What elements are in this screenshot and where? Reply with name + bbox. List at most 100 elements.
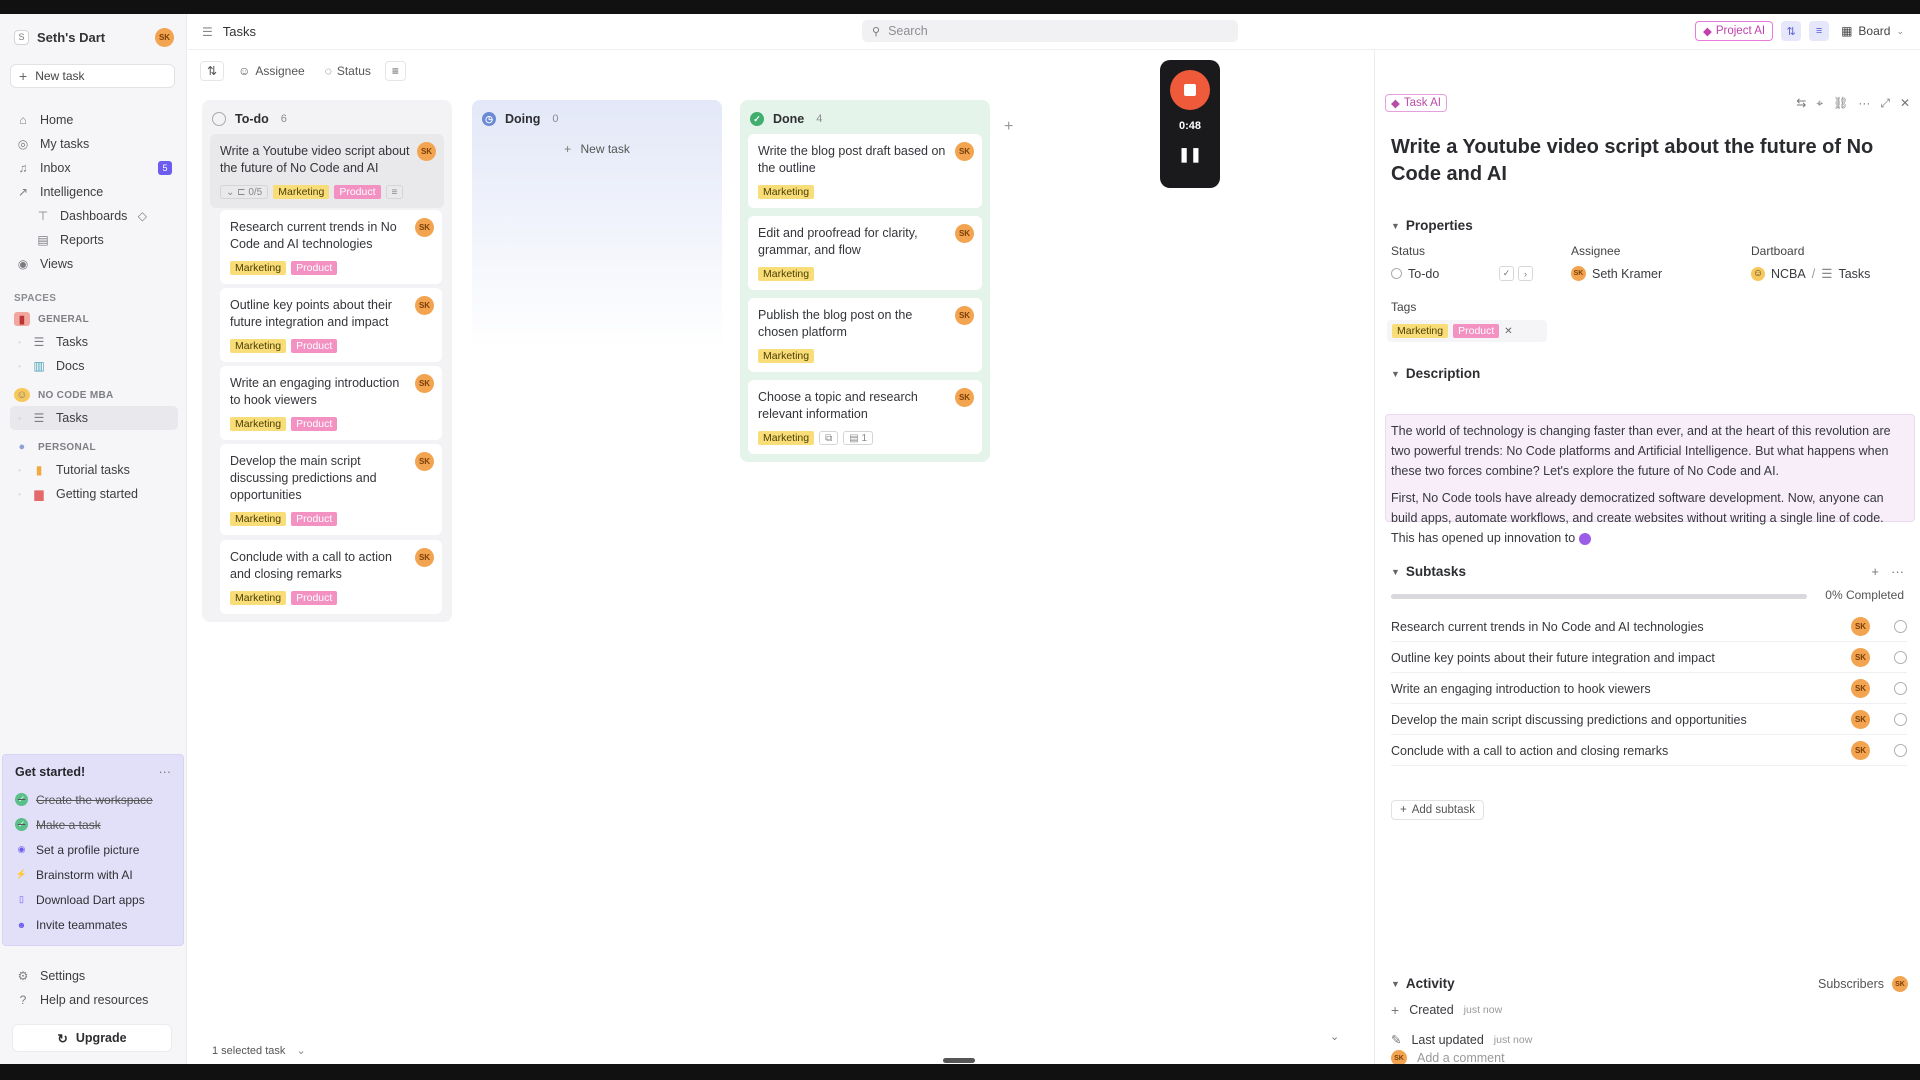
task-card[interactable]: Choose a topic and research relevant inf… <box>748 380 982 454</box>
link-icon[interactable]: ⛓ <box>1833 96 1848 111</box>
get-started-item-make-task[interactable]: ✓ Make a task <box>15 812 171 837</box>
relationship-icon[interactable]: ⇆ <box>1796 96 1806 111</box>
get-started-item-create-workspace[interactable]: ✓ Create the workspace <box>15 787 171 812</box>
subtask-row[interactable]: Develop the main script discussing predi… <box>1391 705 1907 735</box>
get-started-item-invite[interactable]: ☻ Invite teammates <box>15 912 171 937</box>
sidebar-item-getting-started[interactable]: ◦ ▆ Getting started <box>10 482 178 506</box>
description-section-toggle[interactable]: ▼ Description <box>1391 366 1480 381</box>
sidebar-item-inbox[interactable]: ♫ Inbox 5 <box>10 156 178 180</box>
subtask-status-icon[interactable] <box>1894 682 1907 695</box>
sidebar-item-my-tasks[interactable]: ◎ My tasks <box>10 132 178 156</box>
assignee-filter[interactable]: ☺ Assignee <box>232 61 311 81</box>
subtasks-section-toggle[interactable]: ▼ Subtasks <box>1391 564 1466 579</box>
collapse-chevron-icon[interactable]: ⌄ <box>1330 1030 1339 1043</box>
close-icon[interactable]: ✕ <box>1504 326 1512 337</box>
description-editor[interactable]: The world of technology is changing fast… <box>1385 414 1915 545</box>
sidebar-item-intelligence[interactable]: ↗ Intelligence <box>10 180 178 204</box>
sidebar-item-settings[interactable]: ⚙ Settings <box>10 964 178 988</box>
check-icon[interactable]: ✓ <box>1499 266 1514 281</box>
view-switcher[interactable]: ▦ Board ⌄ <box>1837 21 1908 41</box>
tags-selector[interactable]: Marketing Product ✕ <box>1387 320 1547 342</box>
subtask-row[interactable]: Research current trends in No Code and A… <box>1391 612 1907 642</box>
plus-icon: + <box>1004 118 1014 135</box>
task-card[interactable]: Publish the blog post on the chosen plat… <box>748 298 982 372</box>
task-card[interactable]: Develop the main script discussing predi… <box>220 444 442 535</box>
sidebar-item-home[interactable]: ⌂ Home <box>10 108 178 132</box>
search-input[interactable]: ⚲ Search <box>862 20 1238 42</box>
subtask-row[interactable]: Write an engaging introduction to hook v… <box>1391 674 1907 704</box>
add-subtask-button[interactable]: + Add subtask <box>1391 800 1485 820</box>
status-filter[interactable]: ◌ Status <box>318 61 377 81</box>
more-icon[interactable]: ··· <box>1891 564 1904 579</box>
get-started-item-brainstorm[interactable]: ⚡ Brainstorm with AI <box>15 862 171 887</box>
workspace-switcher[interactable]: S Seth's Dart SK <box>14 26 174 48</box>
properties-section-toggle[interactable]: ▼ Properties <box>1391 218 1473 233</box>
task-card[interactable]: Write an engaging introduction to hook v… <box>220 366 442 440</box>
project-ai-button[interactable]: ◆ Project AI <box>1695 21 1774 41</box>
space-name: NO CODE MBA <box>38 389 114 401</box>
more-icon[interactable]: ··· <box>1858 96 1870 111</box>
sidebar-item-label: Tasks <box>56 411 88 425</box>
horizontal-scroll-handle[interactable] <box>943 1058 975 1063</box>
screen-top-edge <box>0 0 1920 14</box>
subscribers[interactable]: Subscribers SK <box>1818 976 1908 992</box>
plus-icon[interactable]: + <box>1871 564 1879 579</box>
expand-icon[interactable]: ⤢ <box>1880 96 1890 111</box>
subtask-progress-bar <box>1391 594 1807 599</box>
subscribers-label: Subscribers <box>1818 977 1884 991</box>
sidebar-item-help[interactable]: ? Help and resources <box>10 988 178 1012</box>
status-selector[interactable]: To-do ✓ › <box>1391 266 1533 281</box>
sidebar-item-general-tasks[interactable]: ◦ ☰ Tasks <box>10 330 178 354</box>
task-card[interactable]: Write a Youtube video script about the f… <box>210 134 444 208</box>
subtask-row[interactable]: Outline key points about their future in… <box>1391 643 1907 673</box>
subtask-status-icon[interactable] <box>1894 651 1907 664</box>
sidebar-item-views[interactable]: ◉ Views <box>10 252 178 276</box>
subtask-status-icon[interactable] <box>1894 620 1907 633</box>
sidebar-item-general-docs[interactable]: ◦ ▥ Docs <box>10 354 178 378</box>
task-card[interactable]: Write the blog post draft based on the o… <box>748 134 982 208</box>
task-card[interactable]: Research current trends in No Code and A… <box>220 210 442 284</box>
tag-marketing: Marketing <box>230 417 287 431</box>
board-toolbar: ⇅ ☺ Assignee ◌ Status ≡ <box>200 60 406 82</box>
doing-new-task-button[interactable]: + New task <box>472 142 722 156</box>
subtask-status-icon[interactable] <box>1894 744 1907 757</box>
activity-section-toggle[interactable]: ▼ Activity <box>1391 976 1455 991</box>
get-started-item-download[interactable]: ▯ Download Dart apps <box>15 887 171 912</box>
get-started-item-profile-picture[interactable]: ◉ Set a profile picture <box>15 837 171 862</box>
close-icon[interactable]: ✕ <box>1900 96 1910 111</box>
user-avatar[interactable]: SK <box>155 27 174 47</box>
attachment-icon[interactable]: ⌖ <box>1816 96 1823 111</box>
sidebar-item-reports[interactable]: ▤ Reports <box>10 228 178 252</box>
check-circle-icon: ✓ <box>15 818 28 831</box>
pause-recording-button[interactable]: ❚❚ <box>1160 146 1220 163</box>
filter-button[interactable]: ≡ <box>1809 21 1830 41</box>
list-icon: ☰ <box>1821 267 1833 281</box>
sort-button[interactable]: ⇅ <box>1781 21 1802 41</box>
card-title: Choose a topic and research relevant inf… <box>758 390 918 421</box>
subtask-row[interactable]: Conclude with a call to action and closi… <box>1391 736 1907 766</box>
add-column-button[interactable]: + <box>1004 118 1013 136</box>
task-card[interactable]: Edit and proofread for clarity, grammar,… <box>748 216 982 290</box>
sidebar-item-dashboards[interactable]: ⊤ Dashboards ◇ <box>10 204 178 228</box>
more-icon[interactable]: ··· <box>159 765 172 779</box>
new-task-button[interactable]: + New task <box>10 64 175 88</box>
subtask-status-icon[interactable] <box>1894 713 1907 726</box>
task-title[interactable]: Write a Youtube video script about the f… <box>1391 134 1891 188</box>
space-personal[interactable]: ● PERSONAL <box>10 436 178 458</box>
assignee-selector[interactable]: SK Seth Kramer <box>1571 266 1662 281</box>
filter-button[interactable]: ≡ <box>384 61 406 81</box>
space-general[interactable]: ▮ GENERAL <box>10 308 178 330</box>
task-card[interactable]: Outline key points about their future in… <box>220 288 442 362</box>
chevron-right-icon[interactable]: › <box>1518 266 1533 281</box>
upgrade-button[interactable]: ↻ Upgrade <box>12 1024 172 1052</box>
sidebar-item-ncba-tasks[interactable]: ◦ ☰ Tasks <box>10 406 178 430</box>
selection-status[interactable]: 1 selected task ⌄ <box>212 1044 306 1057</box>
task-card[interactable]: Conclude with a call to action and closi… <box>220 540 442 614</box>
sort-toggle-button[interactable]: ⇅ <box>200 61 225 81</box>
stop-recording-button[interactable] <box>1170 70 1210 110</box>
space-no-code-mba[interactable]: ☺ NO CODE MBA <box>10 384 178 406</box>
sidebar-item-tutorial-tasks[interactable]: ◦ ▮ Tutorial tasks <box>10 458 178 482</box>
task-ai-button[interactable]: ◆ Task AI <box>1385 94 1447 112</box>
sidebar-bottom-nav: ⚙ Settings ? Help and resources <box>10 964 178 1012</box>
dartboard-selector[interactable]: ☺ NCBA / ☰ Tasks <box>1751 266 1870 281</box>
